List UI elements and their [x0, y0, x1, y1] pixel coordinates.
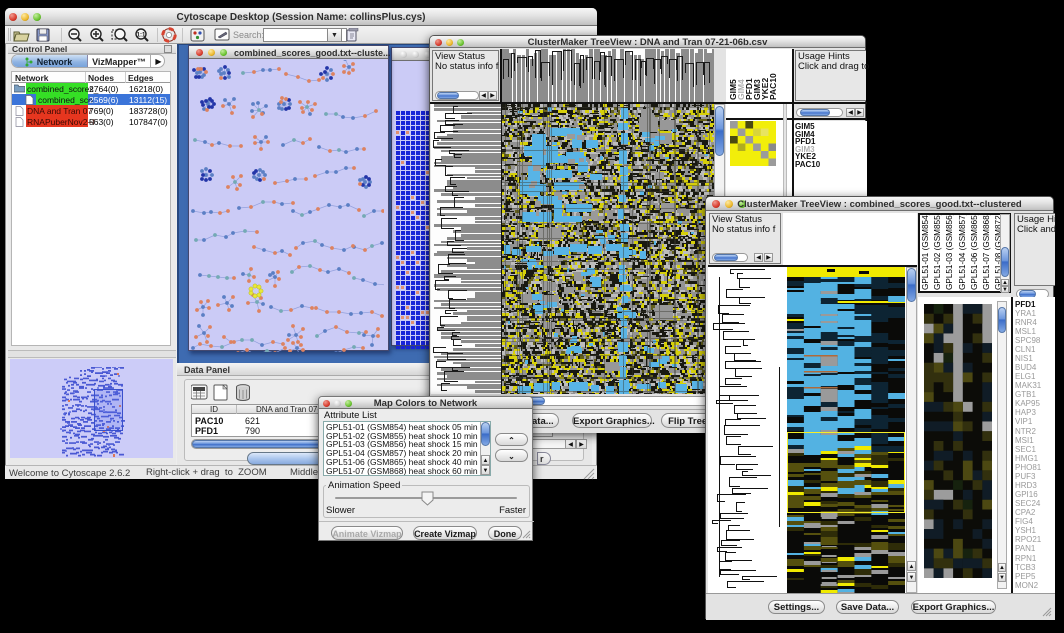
svg-text:1:1: 1:1	[137, 32, 146, 38]
svg-text:GPL51-06 (GSM865): GPL51-06 (GSM865)	[970, 215, 979, 290]
svg-text:GPL51-04 (GSM857): GPL51-04 (GSM857)	[958, 215, 967, 290]
svg-text:GPL51-01 (GSM854): GPL51-01 (GSM854)	[921, 215, 930, 290]
svg-text:PAC10: PAC10	[768, 73, 778, 100]
svg-text:GPL51-07 (GSM868): GPL51-07 (GSM868)	[982, 215, 991, 290]
svg-text:GPL51-02 (GSM855): GPL51-02 (GSM855)	[933, 215, 942, 290]
svg-text:GPL51-03 (GSM856): GPL51-03 (GSM856)	[945, 215, 954, 290]
